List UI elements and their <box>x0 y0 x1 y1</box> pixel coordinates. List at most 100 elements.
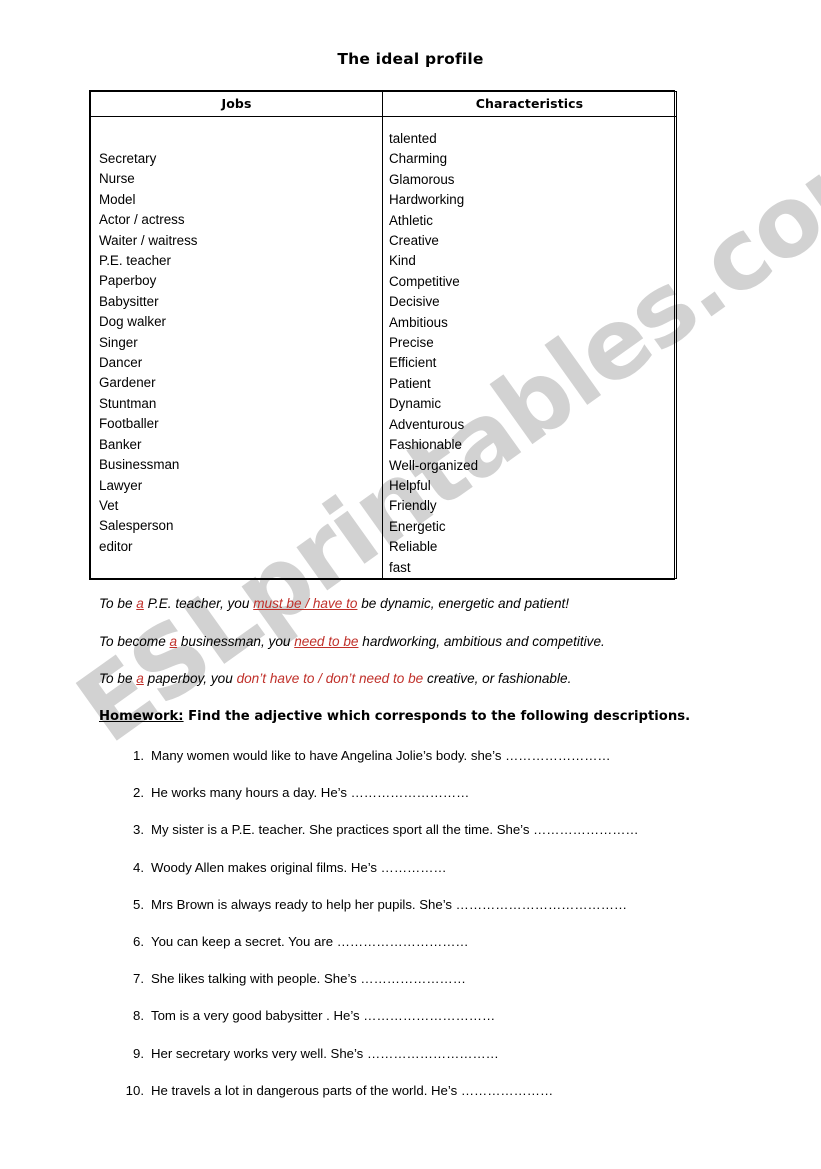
page-title: The ideal profile <box>337 50 484 68</box>
job-item: Paperboy <box>99 273 157 289</box>
question-item: 2. He works many hours a day. He’s ……………… <box>118 785 808 822</box>
question-text: Woody Allen makes original films. He’s …… <box>151 859 447 875</box>
characteristic-item: Friendly <box>389 498 437 514</box>
characteristic-item: Adventurous <box>389 416 465 432</box>
example-2-part2: businessman, you <box>177 634 295 649</box>
job-item: Salesperson <box>99 518 174 534</box>
example-2-red2: need to be <box>294 634 359 649</box>
question-text: My sister is a P.E. teacher. She practic… <box>151 822 639 838</box>
question-text: He works many hours a day. He’s ……………………… <box>151 785 470 801</box>
characteristic-item: fast <box>389 559 411 575</box>
homework-label: Homework: <box>99 709 184 724</box>
job-item: Babysitter <box>99 293 159 309</box>
job-item: P.E. teacher <box>99 253 171 269</box>
characteristic-item: Ambitious <box>389 314 448 330</box>
example-1-part2: P.E. teacher, you <box>143 596 254 611</box>
question-number: 4. <box>133 859 144 875</box>
job-item: Singer <box>99 334 138 350</box>
worksheet-page: ESLprintables.com The ideal profile Jobs… <box>0 0 821 1169</box>
characteristic-item: Patient <box>389 375 431 391</box>
job-item: Footballer <box>99 416 159 432</box>
characteristic-item: Hardworking <box>389 192 465 208</box>
question-text: Her secretary works very well. She’s ………… <box>151 1045 499 1061</box>
question-number: 5. <box>133 896 144 912</box>
characteristic-item: Competitive <box>389 273 460 289</box>
job-item: editor <box>99 538 133 554</box>
jobs-list: Secretary Nurse Model Actor / actress Waiter… <box>91 117 382 557</box>
job-item: Secretary <box>99 151 157 166</box>
example-1-part1: To be <box>99 596 137 611</box>
profile-table: Jobs Characteristics Secretary Nurse Model… <box>89 90 677 580</box>
question-number: 2. <box>133 785 144 801</box>
characteristic-item: Dynamic <box>389 396 442 412</box>
question-item: 7. She likes talking with people. She’s …… <box>118 971 808 1008</box>
question-item: 6. You can keep a secret. You are …………………… <box>118 934 808 971</box>
example-3-part3: creative, or fashionable. <box>423 671 572 686</box>
characteristic-item: Well-organized <box>389 457 479 473</box>
job-item: Stuntman <box>99 395 157 411</box>
question-item: 10. He travels a lot in dangerous parts o… <box>118 1083 808 1120</box>
question-item: 8. Tom is a very good babysitter . He’s …… <box>118 1008 808 1045</box>
example-3-part2: paperboy, you <box>143 671 237 686</box>
job-item: Dancer <box>99 355 143 371</box>
homework-instruction: Find the adjective which corresponds to … <box>183 709 691 724</box>
question-list: 1. Many women would like to have Angelina… <box>118 748 808 1120</box>
question-number: 6. <box>133 933 144 949</box>
example-1-part3: be dynamic, energetic and patient! <box>357 596 570 611</box>
table-header-row: Jobs Characteristics <box>90 91 677 117</box>
example-1-red1: a <box>136 596 144 611</box>
job-item: Nurse <box>99 171 135 187</box>
characteristics-list: talented Charming Glamorous Hardworking Athl… <box>383 117 676 578</box>
question-text: She likes talking with people. She’s ………… <box>151 971 466 987</box>
jobs-cell: Secretary Nurse Model Actor / actress Waiter… <box>90 116 383 579</box>
characteristic-item: Energetic <box>389 518 446 534</box>
question-text: Many women would like to have Angelina J… <box>151 748 611 763</box>
question-number: 3. <box>133 822 144 838</box>
question-item: 5. Mrs Brown is always ready to help her … <box>118 897 808 934</box>
characteristic-item: Precise <box>389 335 434 351</box>
question-number: 9. <box>133 1045 144 1061</box>
characteristic-item: Glamorous <box>389 171 455 187</box>
question-text: Tom is a very good babysitter . He’s ………… <box>151 1008 496 1024</box>
question-item: 9. Her secretary works very well. She’s …… <box>118 1046 808 1083</box>
question-number: 1. <box>133 748 144 763</box>
example-2-part3: hardworking, ambitious and competitive. <box>358 634 605 649</box>
homework-heading: Homework: Find the adjective which corre… <box>99 709 690 724</box>
job-item: Waiter / waitress <box>99 232 198 248</box>
characteristic-item: Charming <box>389 151 448 167</box>
job-item: Banker <box>99 436 142 452</box>
example-sentence-1: To be a P.E. teacher, you must be / have… <box>99 596 569 611</box>
example-sentence-2: To become a businessman, you need to be … <box>99 634 605 649</box>
example-sentence-3: To be a paperboy, you don’t have to / do… <box>99 671 571 686</box>
characteristics-cell: talented Charming Glamorous Hardworking Athl… <box>382 116 677 579</box>
column-header-jobs: Jobs <box>90 91 383 117</box>
table-body-row: Secretary Nurse Model Actor / actress Waiter… <box>90 116 677 579</box>
question-item: 3. My sister is a P.E. teacher. She pract… <box>118 822 808 859</box>
example-1-red2: must be / have to <box>253 596 358 611</box>
characteristic-item: Athletic <box>389 212 433 228</box>
question-number: 7. <box>133 971 144 987</box>
characteristic-item: Fashionable <box>389 437 462 453</box>
question-item: 1. Many women would like to have Angelina… <box>118 748 808 785</box>
example-3-red2: don’t have to / don’t need to be <box>236 671 424 686</box>
question-number: 8. <box>133 1008 144 1024</box>
example-2-red1: a <box>169 634 178 649</box>
question-number: 10. <box>125 1082 144 1098</box>
characteristic-item: Efficient <box>389 355 437 371</box>
characteristic-item: Helpful <box>389 477 431 493</box>
question-text: He travels a lot in dangerous parts of t… <box>151 1082 554 1098</box>
characteristic-item: Decisive <box>389 294 440 310</box>
characteristic-item: talented <box>389 131 437 146</box>
question-item: 4. Woody Allen makes original films. He’s… <box>118 860 808 897</box>
characteristic-item: Kind <box>389 253 416 269</box>
job-item: Businessman <box>99 457 180 473</box>
example-3-red1: a <box>136 671 144 686</box>
job-item: Dog walker <box>99 314 166 330</box>
example-3-part1: To be <box>99 671 137 686</box>
example-2-part1: To become <box>99 634 170 649</box>
characteristic-item: Creative <box>389 233 439 249</box>
characteristic-item: Reliable <box>389 539 438 555</box>
column-header-characteristics: Characteristics <box>382 91 677 117</box>
job-item: Lawyer <box>99 477 143 493</box>
job-item: Actor / actress <box>99 212 185 228</box>
